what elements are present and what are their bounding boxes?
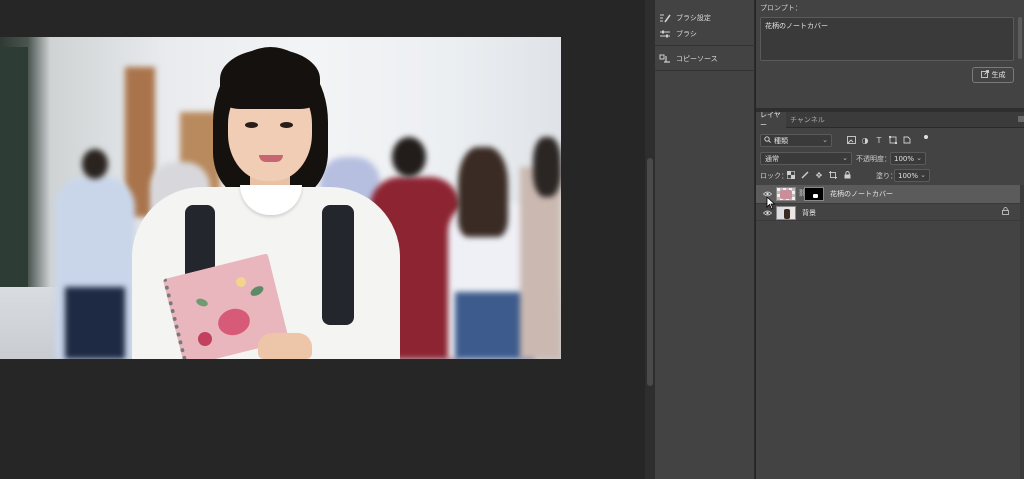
tab-layers[interactable]: レイヤー (756, 111, 786, 129)
photo-chalkboard (0, 47, 28, 317)
photo-girl-hand (258, 333, 312, 359)
lock-row: ロック： ✥ 塗り： 100% ⌄ (760, 169, 1020, 182)
filter-toggle-switch[interactable] (924, 135, 928, 139)
filter-kind-select[interactable]: 種類 ⌄ (760, 134, 832, 147)
layers-tab-bar: レイヤー チャンネル (756, 111, 1024, 129)
photo-notebook-rose-2 (198, 332, 212, 346)
layer-mask-thumbnail[interactable] (804, 187, 824, 201)
lock-transparent-icon[interactable] (786, 170, 796, 180)
generate-icon (980, 70, 989, 80)
lock-artboard-icon[interactable] (828, 170, 838, 180)
blend-mode-label: 通常 (765, 154, 779, 163)
chevron-down-icon: ⌄ (920, 171, 926, 179)
layer-row[interactable]: ⛓ 花柄のノートカバー (756, 185, 1020, 203)
layer-thumbnail[interactable] (776, 187, 796, 201)
canvas-vertical-scrollbar[interactable] (645, 0, 655, 479)
photo-backpack-strap-right (322, 205, 354, 325)
layer-name[interactable]: 花柄のノートカバー (830, 189, 893, 199)
layer-lock-icon (1002, 207, 1009, 217)
brush-label: ブラシ (676, 30, 697, 38)
mouse-cursor-icon (766, 196, 776, 210)
document-canvas[interactable] (0, 0, 645, 479)
opacity-label: 不透明度： (856, 155, 891, 163)
adjustment-filter-icon[interactable]: ◑ (860, 135, 870, 145)
layer-row[interactable]: 背景 (756, 203, 1020, 221)
prompt-scrollbar[interactable] (1018, 17, 1022, 59)
photo-person-left-head (82, 149, 108, 179)
fill-input[interactable]: 100% ⌄ (894, 169, 930, 182)
chevron-down-icon: ⌄ (822, 136, 828, 144)
canvas-photo[interactable] (0, 37, 561, 359)
photo-girl-mouth (259, 155, 283, 162)
photo-girl-bangs (220, 49, 320, 109)
clone-source-label: コピーソース (676, 55, 718, 63)
photo-person-red-head (392, 137, 426, 177)
layers-list: ⛓ 花柄のノートカバー 背景 (756, 185, 1020, 225)
photo-person-left-legs (65, 287, 125, 359)
shape-filter-icon[interactable] (888, 135, 898, 145)
layer-filter-row: 種類 ⌄ ◑ T (760, 134, 1020, 148)
photo-girl-eye-left (245, 122, 258, 128)
opacity-value: 100% (894, 154, 915, 163)
mid-panel-divider (655, 45, 755, 46)
fill-value: 100% (898, 171, 919, 180)
brush-settings-label: ブラシ設定 (676, 14, 711, 22)
photo-person-right-head (533, 137, 561, 197)
opacity-input[interactable]: 100% ⌄ (890, 152, 926, 165)
brush-sliders-icon (659, 29, 671, 39)
prompt-label: プロンプト： (760, 4, 802, 12)
layer-name[interactable]: 背景 (802, 208, 816, 218)
type-filter-icon[interactable]: T (874, 135, 884, 145)
clone-source-button[interactable]: コピーソース (659, 51, 751, 67)
smart-object-filter-icon[interactable] (902, 135, 912, 145)
layers-scrollbar[interactable] (1020, 185, 1024, 479)
lock-position-icon[interactable]: ✥ (814, 170, 824, 180)
collapsed-panel-dock: ブラシ設定 ブラシ コピーソース (655, 0, 755, 479)
panel-menu-icon[interactable] (1018, 115, 1024, 124)
photo-girl-eye-right (280, 122, 293, 128)
lock-image-pixels-icon[interactable] (800, 170, 810, 180)
filter-kind-label: 種類 (774, 136, 788, 145)
brush-button[interactable]: ブラシ (659, 26, 751, 42)
chevron-down-icon: ⌄ (842, 154, 848, 162)
lock-label: ロック： (760, 172, 788, 180)
prompt-input[interactable]: 花柄のノートカバー (760, 17, 1014, 61)
photo-person-white-hair (458, 147, 508, 237)
photo-notebook-flower-3 (236, 277, 246, 287)
pixel-filter-icon[interactable] (846, 135, 856, 145)
clone-source-icon (659, 54, 671, 64)
generate-label: 生成 (991, 71, 1006, 79)
blend-mode-select[interactable]: 通常 ⌄ (760, 152, 852, 165)
lock-all-icon[interactable] (842, 170, 852, 180)
search-icon (764, 136, 771, 145)
brush-settings-icon (659, 13, 671, 23)
properties-layers-panel: プロンプト： 花柄のノートカバー 生成 レイヤー チャンネル 種類 ⌄ ◑ T (756, 0, 1024, 479)
chevron-down-icon: ⌄ (916, 154, 922, 162)
generate-button[interactable]: 生成 (972, 67, 1014, 83)
tab-channels[interactable]: チャンネル (788, 112, 825, 128)
brush-settings-button[interactable]: ブラシ設定 (659, 10, 751, 26)
mid-panel-divider-2 (655, 70, 755, 71)
layer-thumbnail[interactable] (776, 206, 796, 220)
canvas-scroll-thumb[interactable] (647, 158, 653, 386)
